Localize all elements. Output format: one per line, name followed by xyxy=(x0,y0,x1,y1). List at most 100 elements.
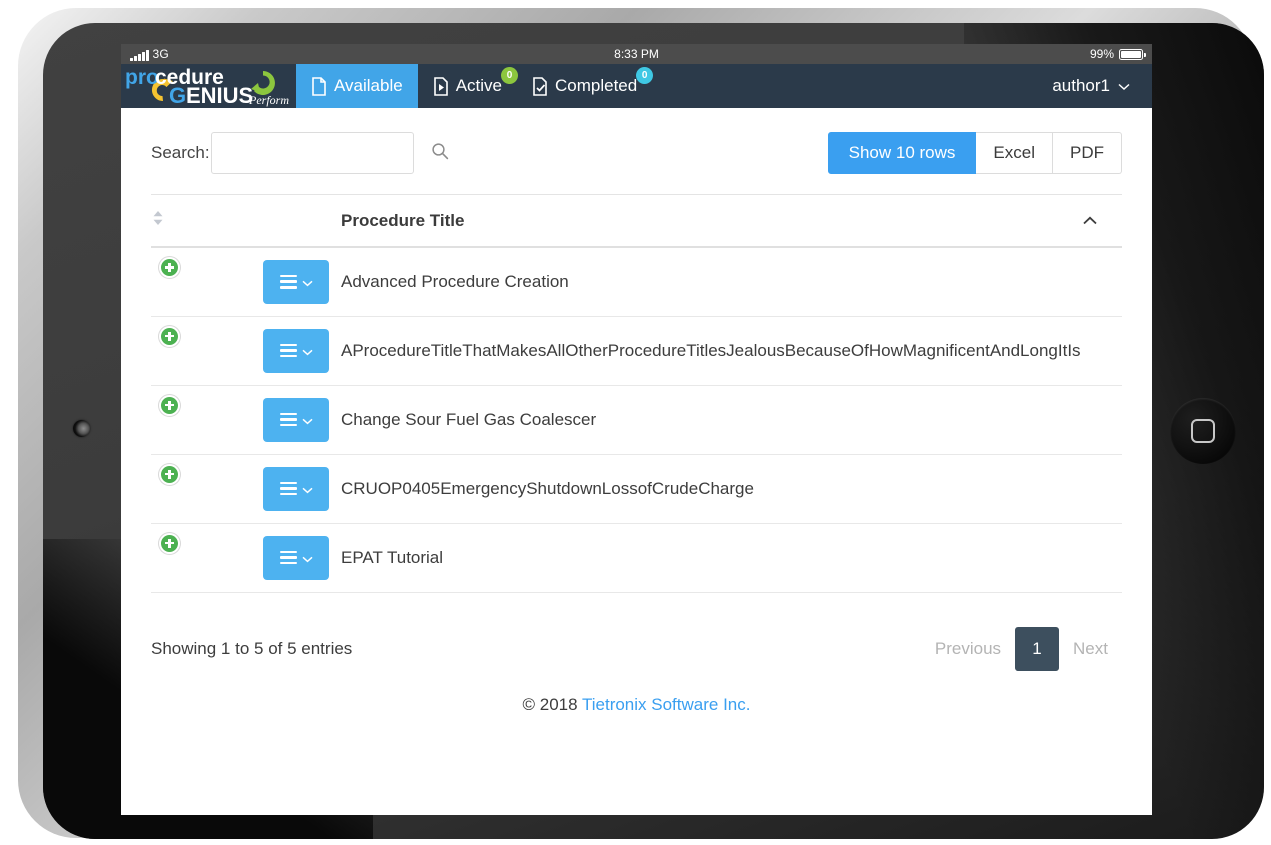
row-end-cell xyxy=(1082,247,1122,317)
hamburger-icon xyxy=(279,343,297,358)
procedure-title-cell[interactable]: CRUOP0405EmergencyShutdownLossofCrudeCha… xyxy=(341,454,1082,524)
row-menu-button[interactable] xyxy=(263,466,329,511)
table-header-row: Procedure Title xyxy=(151,194,1122,248)
search-label: Search: xyxy=(151,143,210,162)
tab-completed-label: Completed xyxy=(554,76,638,95)
chevron-down-icon xyxy=(301,341,313,361)
document-play-icon xyxy=(433,76,449,96)
pagination-next[interactable]: Next xyxy=(1059,627,1122,671)
row-end-cell xyxy=(1082,385,1122,455)
pagination-previous[interactable]: Previous xyxy=(921,627,1015,671)
table-toolbar: Search: Show 10 rows Excel PDF xyxy=(151,108,1122,194)
document-check-icon xyxy=(532,76,548,96)
hamburger-icon xyxy=(279,274,297,289)
search-input[interactable] xyxy=(223,144,431,162)
search-icon xyxy=(431,142,449,165)
tab-completed[interactable]: Completed 0 xyxy=(517,64,654,108)
ios-status-bar: 3G 8:33 PM 99% xyxy=(121,44,1152,64)
copyright: © 2018 Tietronix Software Inc. xyxy=(151,671,1122,715)
actions-header xyxy=(263,194,341,248)
table-footer: Showing 1 to 5 of 5 entries Previous 1 N… xyxy=(151,593,1122,671)
battery-icon xyxy=(1119,48,1146,60)
sort-direction-header[interactable] xyxy=(1082,194,1122,248)
row-menu-cell[interactable] xyxy=(263,454,341,524)
tab-available-label: Available xyxy=(334,76,403,95)
row-end-cell xyxy=(1082,316,1122,386)
document-icon xyxy=(311,76,327,96)
table-row[interactable]: CRUOP0405EmergencyShutdownLossofCrudeCha… xyxy=(151,454,1122,524)
pdf-export-button[interactable]: PDF xyxy=(1053,132,1122,174)
row-menu-button[interactable] xyxy=(263,535,329,580)
tablet-screen: 3G 8:33 PM 99% pro cedure G ENIUS Perfor… xyxy=(121,44,1152,815)
row-menu-cell[interactable] xyxy=(263,316,341,386)
hamburger-icon xyxy=(279,412,297,427)
tab-active-label: Active xyxy=(455,76,502,95)
table-header: Procedure Title xyxy=(151,194,1122,248)
svg-text:ENIUS: ENIUS xyxy=(186,83,253,108)
tab-active-badge: 0 xyxy=(500,67,518,84)
row-expand-cell[interactable] xyxy=(151,454,263,524)
tab-available[interactable]: Available xyxy=(296,64,418,108)
svg-text:pro: pro xyxy=(125,66,159,89)
tablet-frame: 3G 8:33 PM 99% pro cedure G ENIUS Perfor… xyxy=(18,8,1264,839)
table-body: Advanced Procedure Creation AProcedureTit… xyxy=(151,247,1122,593)
procedure-title-cell[interactable]: Change Sour Fuel Gas Coalescer xyxy=(341,385,1082,455)
row-menu-button[interactable] xyxy=(263,259,329,304)
row-end-cell xyxy=(1082,454,1122,524)
chevron-down-icon xyxy=(1118,76,1130,96)
row-menu-button[interactable] xyxy=(263,328,329,373)
row-menu-button[interactable] xyxy=(263,397,329,442)
entries-info: Showing 1 to 5 of 5 entries xyxy=(151,638,353,658)
show-rows-button[interactable]: Show 10 rows xyxy=(827,132,977,174)
copyright-prefix: © 2018 xyxy=(522,694,582,714)
table-row[interactable]: Change Sour Fuel Gas Coalescer xyxy=(151,385,1122,455)
row-expand-cell[interactable] xyxy=(151,316,263,386)
plus-circle-icon[interactable] xyxy=(161,534,178,552)
camera-icon xyxy=(73,420,90,437)
plus-circle-icon[interactable] xyxy=(161,327,178,345)
row-menu-cell[interactable] xyxy=(263,247,341,317)
pagination: Previous 1 Next xyxy=(921,626,1122,671)
chevron-down-icon xyxy=(301,272,313,292)
chevron-down-icon xyxy=(301,410,313,430)
svg-text:Perform: Perform xyxy=(248,93,289,107)
home-button[interactable] xyxy=(1170,398,1236,464)
procedure-genius-logo-icon: pro cedure G ENIUS Perform xyxy=(125,66,289,108)
procedure-title-cell[interactable]: EPAT Tutorial xyxy=(341,523,1082,593)
copyright-link[interactable]: Tietronix Software Inc. xyxy=(582,695,751,714)
caret-up-icon[interactable] xyxy=(1082,211,1098,230)
row-expand-cell[interactable] xyxy=(151,247,263,317)
row-menu-cell[interactable] xyxy=(263,385,341,455)
excel-export-button[interactable]: Excel xyxy=(976,132,1053,174)
status-bar-time: 8:33 PM xyxy=(614,47,659,61)
row-expand-cell[interactable] xyxy=(151,385,263,455)
procedures-table: Procedure Title Advanced Procedure Creat… xyxy=(151,194,1122,593)
procedure-title-cell[interactable]: Advanced Procedure Creation xyxy=(341,247,1082,317)
procedure-title-header[interactable]: Procedure Title xyxy=(341,194,1082,248)
table-row[interactable]: Advanced Procedure Creation xyxy=(151,247,1122,317)
plus-circle-icon[interactable] xyxy=(161,396,178,414)
procedure-title-cell[interactable]: AProcedureTitleThatMakesAllOtherProcedur… xyxy=(341,316,1082,386)
user-menu-label: author1 xyxy=(1052,76,1110,95)
app-navbar: pro cedure G ENIUS Perform Available Act… xyxy=(121,64,1152,108)
tab-completed-badge: 0 xyxy=(636,67,654,84)
user-menu[interactable]: author1 xyxy=(1030,64,1152,108)
pagination-page-1[interactable]: 1 xyxy=(1015,626,1060,671)
chevron-down-icon xyxy=(301,479,313,499)
sort-updown-icon[interactable] xyxy=(151,211,165,231)
tab-active[interactable]: Active 0 xyxy=(418,64,518,108)
row-menu-cell[interactable] xyxy=(263,523,341,593)
table-export-buttons: Show 10 rows Excel PDF xyxy=(827,132,1122,174)
plus-circle-icon[interactable] xyxy=(161,259,178,276)
search-field[interactable] xyxy=(210,132,448,174)
home-button-square-icon xyxy=(1191,419,1215,443)
search-group: Search: xyxy=(151,132,448,174)
row-end-cell xyxy=(1082,523,1122,593)
row-expand-cell[interactable] xyxy=(151,523,263,593)
page-content: Search: Show 10 rows Excel PDF Procedure… xyxy=(121,108,1152,715)
sort-toggle-header[interactable] xyxy=(151,194,263,248)
plus-circle-icon[interactable] xyxy=(161,465,178,483)
table-row[interactable]: AProcedureTitleThatMakesAllOtherProcedur… xyxy=(151,316,1122,386)
table-row[interactable]: EPAT Tutorial xyxy=(151,523,1122,593)
app-logo[interactable]: pro cedure G ENIUS Perform xyxy=(121,64,296,108)
